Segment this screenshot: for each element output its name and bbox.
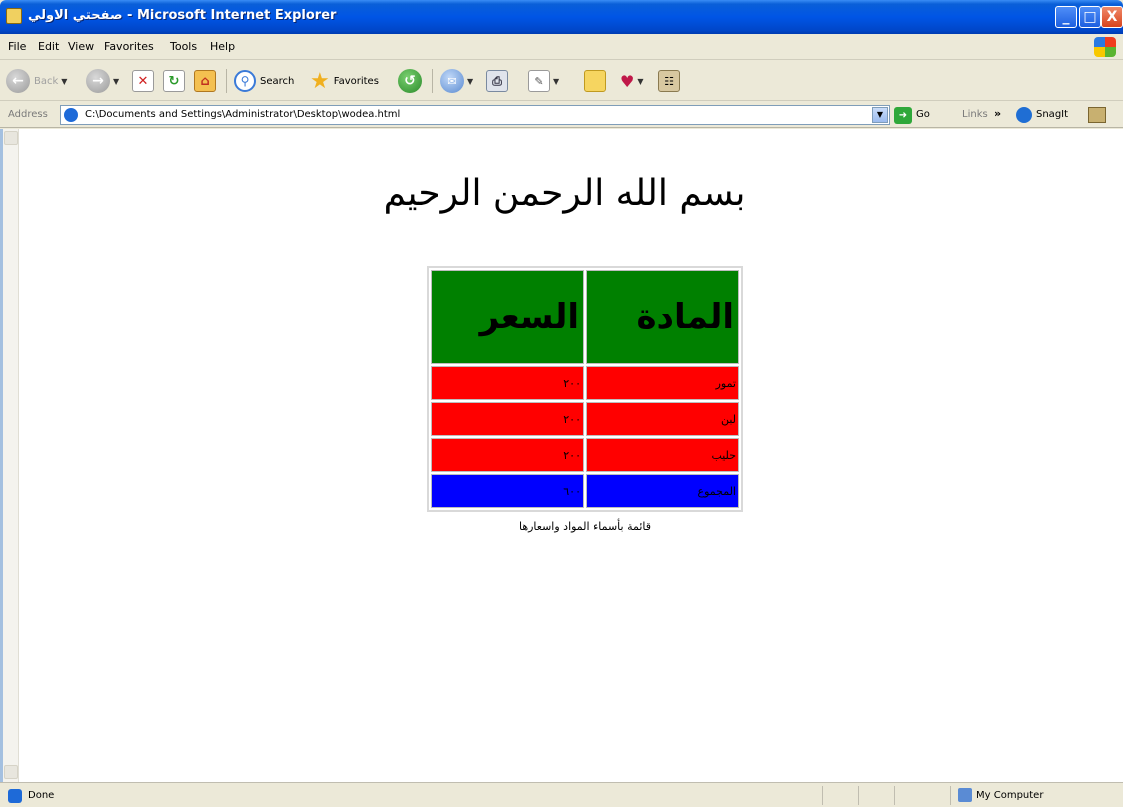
snagit-icon[interactable]: [1016, 107, 1032, 123]
refresh-icon: ↻: [163, 70, 185, 92]
price-table: المادة السعر تمور ٢٠٠ لبن ٢٠٠ حليب ٢٠٠ ا…: [427, 266, 743, 512]
security-zone: My Computer: [976, 790, 1044, 801]
status-separator: [894, 786, 895, 805]
status-bar: Done My Computer: [0, 782, 1123, 807]
forward-dropdown-icon[interactable]: ▼: [113, 77, 119, 86]
address-label: Address: [8, 109, 48, 120]
page-heading: بسم الله الرحمن الرحيم: [383, 173, 746, 214]
stop-button[interactable]: ✕: [132, 67, 154, 95]
edit-button[interactable]: ✎ ▼: [528, 67, 559, 95]
toolbar-separator: [226, 69, 227, 93]
history-icon: ↺: [398, 69, 422, 93]
search-button[interactable]: ⚲ Search: [234, 67, 294, 95]
favorites-label: Favorites: [333, 75, 379, 87]
status-text: Done: [28, 790, 55, 801]
stop-icon: ✕: [132, 70, 154, 92]
cell-item: حليب: [586, 438, 739, 472]
address-bar: Address C:\Documents and Settings\Admini…: [0, 102, 1123, 128]
table-row: حليب ٢٠٠: [431, 438, 739, 472]
cell-price: ٢٠٠: [431, 438, 584, 472]
mail-dropdown-icon[interactable]: ▼: [467, 77, 473, 86]
vertical-scrollbar[interactable]: [3, 129, 19, 782]
table-row: لبن ٢٠٠: [431, 402, 739, 436]
page-type-icon: [64, 108, 78, 122]
cell-total-label: المجموع: [586, 474, 739, 508]
menu-view[interactable]: View: [68, 40, 94, 53]
links-label: Links: [962, 109, 988, 120]
window-title: صفحتي الاولي - Microsoft Internet Explor…: [28, 8, 337, 23]
back-dropdown-icon[interactable]: ▼: [61, 77, 67, 86]
folder-button[interactable]: [584, 67, 606, 95]
table-header-row: المادة السعر: [431, 270, 739, 364]
back-button[interactable]: ← Back ▼: [6, 67, 67, 95]
menu-help[interactable]: Help: [210, 40, 235, 53]
close-button[interactable]: X: [1101, 6, 1123, 28]
mail-icon: ✉: [440, 69, 464, 93]
home-button[interactable]: ⌂: [194, 67, 216, 95]
search-icon: ⚲: [234, 70, 256, 92]
cell-total-price: ٦٠٠: [431, 474, 584, 508]
status-separator: [950, 786, 951, 805]
research-icon: ☷: [658, 70, 680, 92]
folder-icon: [584, 70, 606, 92]
edit-dropdown-icon[interactable]: ▼: [553, 77, 559, 86]
refresh-button[interactable]: ↻: [163, 67, 185, 95]
address-dropdown-icon[interactable]: ▼: [872, 107, 888, 123]
go-button[interactable]: Go: [916, 109, 930, 120]
back-arrow-icon: ←: [6, 69, 30, 93]
table-total-row: المجموع ٦٠٠: [431, 474, 739, 508]
cell-price: ٢٠٠: [431, 366, 584, 400]
header-price: السعر: [431, 270, 584, 364]
title-bar[interactable]: صفحتي الاولي - Microsoft Internet Explor…: [0, 0, 1123, 34]
mail-button[interactable]: ✉ ▼: [440, 67, 473, 95]
table-caption: قائمة بأسماء المواد واسعارها: [518, 520, 652, 533]
my-computer-icon: [958, 788, 972, 802]
menu-bar: File Edit View Favorites Tools Help: [0, 34, 1123, 60]
home-icon: ⌂: [194, 70, 216, 92]
menu-favorites[interactable]: Favorites: [104, 40, 154, 53]
scroll-up-arrow-icon[interactable]: [4, 131, 18, 145]
menu-tools[interactable]: Tools: [170, 40, 197, 53]
search-label: Search: [260, 75, 295, 87]
messenger-icon: ♥: [620, 71, 635, 91]
favorites-star-icon: ★: [310, 68, 330, 94]
research-button[interactable]: ☷: [658, 67, 680, 95]
standard-toolbar: ← Back ▼ → ▼ ✕ ↻ ⌂ ⚲ Search ★ Favorites …: [0, 61, 1123, 101]
toolbar-separator: [432, 69, 433, 93]
maximize-button[interactable]: □: [1079, 6, 1101, 28]
print-button[interactable]: ⎙: [486, 67, 508, 95]
page-content: بسم الله الرحمن الرحيم المادة السعر تمور…: [0, 129, 1123, 782]
forward-arrow-icon: →: [86, 69, 110, 93]
ie-window: صفحتي الاولي - Microsoft Internet Explor…: [0, 0, 1123, 807]
cell-item: لبن: [586, 402, 739, 436]
links-chevron-icon[interactable]: »: [994, 107, 1001, 120]
address-input[interactable]: C:\Documents and Settings\Administrator\…: [60, 105, 890, 125]
favorites-button[interactable]: ★ Favorites: [310, 67, 379, 95]
status-separator: [822, 786, 823, 805]
menu-file[interactable]: File: [8, 40, 26, 53]
messenger-button[interactable]: ♥ ▼: [620, 67, 644, 95]
cell-price: ٢٠٠: [431, 402, 584, 436]
header-item: المادة: [586, 270, 739, 364]
forward-button[interactable]: → ▼: [86, 67, 119, 95]
go-arrow-icon[interactable]: ➜: [894, 107, 912, 124]
cell-item: تمور: [586, 366, 739, 400]
menu-edit[interactable]: Edit: [38, 40, 59, 53]
minimize-button[interactable]: _: [1055, 6, 1077, 28]
back-label: Back: [34, 75, 59, 87]
page-done-icon: [8, 789, 22, 803]
table-row: تمور ٢٠٠: [431, 366, 739, 400]
history-button[interactable]: ↺: [398, 67, 422, 95]
status-separator: [858, 786, 859, 805]
messenger-dropdown-icon[interactable]: ▼: [637, 77, 643, 86]
capture-icon[interactable]: [1088, 107, 1106, 123]
scroll-down-arrow-icon[interactable]: [4, 765, 18, 779]
windows-logo-icon: [1094, 37, 1116, 57]
snagit-button[interactable]: SnagIt: [1036, 109, 1068, 120]
edit-page-icon: ✎: [528, 70, 550, 92]
print-icon: ⎙: [486, 70, 508, 92]
ie-page-icon: [6, 8, 22, 24]
